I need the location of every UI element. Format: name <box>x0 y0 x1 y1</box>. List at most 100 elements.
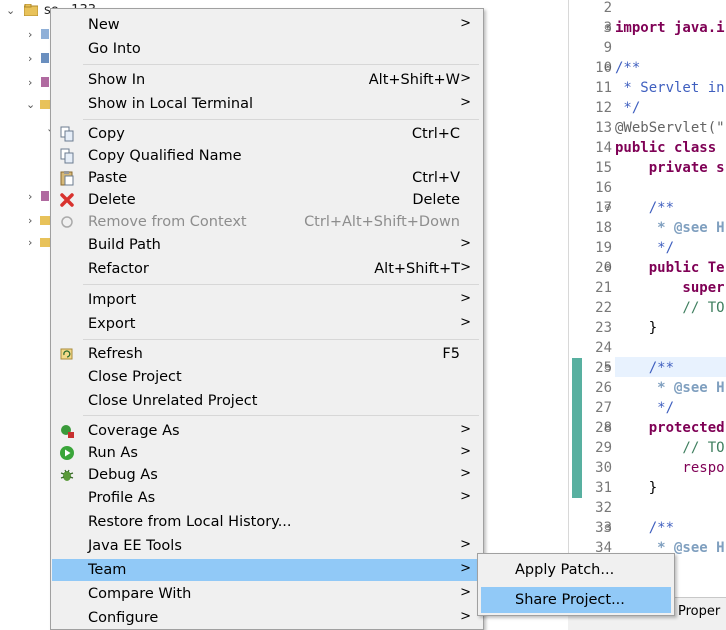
code-line[interactable]: /** <box>615 360 674 376</box>
menu-separator <box>83 284 479 285</box>
menu-item-restore-from-local-history[interactable]: Restore from Local History... <box>52 511 482 533</box>
menu-item-import[interactable]: Import > <box>52 289 482 311</box>
menu-item-java-ee-tools[interactable]: Java EE Tools > <box>52 535 482 557</box>
code-line[interactable]: /** <box>615 60 640 76</box>
shortcut-text: Delete <box>412 192 460 208</box>
tab-properties[interactable]: Proper <box>678 604 720 619</box>
copy-qualified-icon <box>60 148 74 164</box>
code-line[interactable]: respo <box>615 460 724 476</box>
menu-item-compare-with[interactable]: Compare With > <box>52 583 482 605</box>
submenu-item-share-project[interactable]: Share Project... <box>481 587 671 613</box>
line-number: 13 <box>595 120 612 136</box>
line-number: 16 <box>595 180 612 196</box>
shortcut-text: Ctrl+V <box>412 170 460 186</box>
submenu-arrow-icon: > <box>460 609 471 624</box>
submenu-arrow-icon: > <box>460 537 471 552</box>
menu-item-profile-as[interactable]: Profile As > <box>52 487 482 509</box>
code-line[interactable]: /** <box>615 200 674 216</box>
code-line[interactable]: * @see H <box>615 220 724 236</box>
collapsed-chevron-icon[interactable]: › <box>28 236 32 249</box>
code-line[interactable]: protected <box>615 420 725 436</box>
menu-item-paste[interactable]: Paste Ctrl+V <box>52 167 482 189</box>
fold-collapse-icon[interactable]: ⊖ <box>604 63 612 73</box>
menu-item-refresh[interactable]: Refresh F5 <box>52 343 482 365</box>
folder-icon <box>40 216 50 225</box>
code-line[interactable]: * Servlet in <box>615 80 724 96</box>
menu-separator <box>83 64 479 65</box>
menu-item-close-project[interactable]: Close Project <box>52 366 482 388</box>
collapsed-chevron-icon[interactable]: › <box>28 76 32 89</box>
code-line[interactable]: */ <box>615 100 640 116</box>
menu-item-configure[interactable]: Configure > <box>52 607 482 629</box>
fold-collapse-icon[interactable]: ⊖ <box>604 203 612 213</box>
menu-item-export[interactable]: Export > <box>52 313 482 335</box>
expand-chevron-icon[interactable]: ⌄ <box>6 4 15 17</box>
line-number: 29 <box>595 440 612 456</box>
submenu-arrow-icon: > <box>460 95 471 110</box>
line-number: 15 <box>595 160 612 176</box>
fold-collapse-icon[interactable]: ⊖ <box>604 263 612 273</box>
collapsed-chevron-icon[interactable]: › <box>28 214 32 227</box>
code-line[interactable]: public class <box>615 140 716 156</box>
menu-item-coverage-as[interactable]: Coverage As > <box>52 420 482 442</box>
code-line[interactable]: // TO <box>615 440 724 456</box>
menu-item-delete[interactable]: Delete Delete <box>52 189 482 211</box>
menu-item-run-as[interactable]: Run As > <box>52 442 482 464</box>
collapsed-chevron-icon[interactable]: › <box>28 52 32 65</box>
team-submenu: Apply Patch... Share Project... <box>477 553 675 616</box>
submenu-arrow-icon: > <box>460 291 471 306</box>
remove-context-icon <box>61 216 73 228</box>
fold-collapse-icon[interactable]: ⊖ <box>604 363 612 373</box>
menu-item-copy-qualified-name[interactable]: Copy Qualified Name <box>52 145 482 167</box>
debug-bug-icon <box>60 469 74 481</box>
shortcut-text: Alt+Shift+T <box>374 261 460 277</box>
code-line[interactable]: } <box>615 480 657 496</box>
menu-item-remove-from-context[interactable]: Remove from Context Ctrl+Alt+Shift+Down <box>52 211 482 233</box>
paste-icon <box>60 171 74 186</box>
code-line[interactable]: } <box>615 320 657 336</box>
collapsed-chevron-icon[interactable]: › <box>28 28 32 41</box>
submenu-item-apply-patch[interactable]: Apply Patch... <box>481 557 671 583</box>
overview-ruler <box>572 0 582 630</box>
menu-separator <box>83 119 479 120</box>
menu-item-build-path[interactable]: Build Path > <box>52 234 482 256</box>
menu-item-go-into[interactable]: Go Into <box>52 38 482 60</box>
menu-item-copy[interactable]: Copy Ctrl+C <box>52 123 482 145</box>
line-number: 32 <box>595 500 612 516</box>
menu-item-show-in-local-terminal[interactable]: Show in Local Terminal > <box>52 93 482 115</box>
change-marker <box>572 358 582 498</box>
fold-collapse-icon[interactable]: ⊖ <box>604 423 612 433</box>
code-line[interactable]: // TO <box>615 300 724 316</box>
library-icon <box>41 29 49 39</box>
menu-item-team[interactable]: Team > <box>52 559 482 581</box>
library-icon <box>41 77 49 87</box>
code-line[interactable]: @WebServlet(" <box>615 120 725 136</box>
menu-item-close-unrelated-project[interactable]: Close Unrelated Project <box>52 390 482 412</box>
expand-chevron-icon[interactable]: ⌄ <box>26 98 35 111</box>
line-number: 2 <box>603 0 612 16</box>
menu-item-refactor[interactable]: Refactor Alt+Shift+T > <box>52 258 482 280</box>
context-menu: New > Go Into Show In Alt+Shift+W > Show… <box>50 8 484 630</box>
code-line[interactable]: * @see H <box>615 380 724 396</box>
submenu-arrow-icon: > <box>460 422 471 437</box>
code-line[interactable]: public Te <box>615 260 725 276</box>
code-line[interactable]: */ <box>615 240 674 256</box>
collapsed-chevron-icon[interactable]: › <box>28 190 32 203</box>
refresh-icon <box>60 348 73 360</box>
shortcut-text: Ctrl+Alt+Shift+Down <box>304 214 460 230</box>
fold-collapse-icon[interactable]: ⊖ <box>604 523 612 533</box>
menu-item-debug-as[interactable]: Debug As > <box>52 464 482 486</box>
code-line[interactable]: */ <box>615 400 674 416</box>
code-line[interactable]: private s <box>615 160 725 176</box>
submenu-arrow-icon: > <box>460 585 471 600</box>
code-line[interactable]: import java.i <box>615 20 725 36</box>
coverage-icon <box>61 425 74 438</box>
fold-expand-icon[interactable]: ⊕ <box>604 23 612 33</box>
line-number: 22 <box>595 300 612 316</box>
delete-icon <box>60 193 74 207</box>
library-icon <box>41 191 49 201</box>
code-line[interactable]: /** <box>615 520 674 536</box>
code-line[interactable]: super <box>615 280 724 296</box>
menu-item-new[interactable]: New > <box>52 14 482 36</box>
menu-item-show-in[interactable]: Show In Alt+Shift+W > <box>52 69 482 91</box>
